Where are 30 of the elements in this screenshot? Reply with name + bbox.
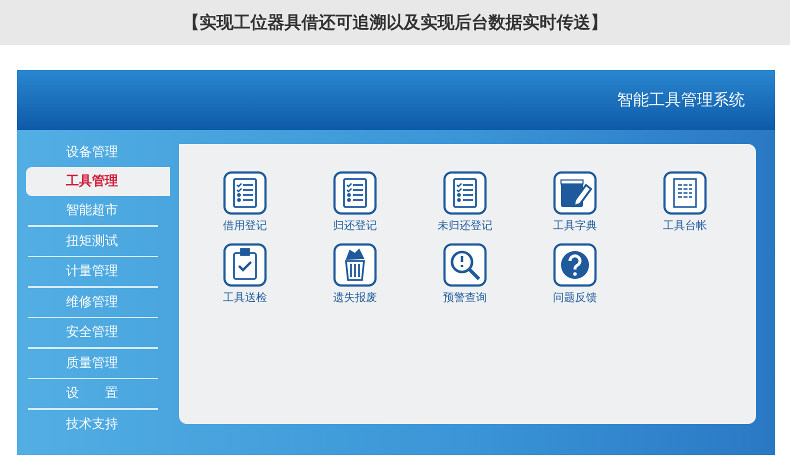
- tile-label[interactable]: 未归还登记: [438, 218, 492, 233]
- sidebar-item[interactable]: 工具管理: [26, 167, 170, 196]
- banner-title: 【实现工位器具借还可追溯以及实现后台数据实时传送】: [182, 12, 608, 34]
- tile-label[interactable]: 归还登记: [333, 218, 377, 233]
- trash-can-icon[interactable]: [333, 243, 377, 287]
- checklist-icon[interactable]: [443, 171, 487, 215]
- tile-label[interactable]: 借用登记: [223, 218, 267, 233]
- ledger-icon[interactable]: [663, 171, 707, 215]
- sidebar-item[interactable]: 质量管理: [26, 348, 170, 378]
- sidebar-item[interactable]: 安全管理: [26, 318, 170, 347]
- tile-label[interactable]: 问题反馈: [553, 290, 597, 305]
- sidebar-item[interactable]: 设 置: [26, 379, 170, 408]
- sidebar-item[interactable]: 扭矩测试: [26, 226, 170, 256]
- sidebar-item[interactable]: 技术支持: [26, 410, 170, 438]
- tile-label[interactable]: 工具送检: [223, 290, 267, 305]
- sidebar-item[interactable]: 维修管理: [26, 288, 170, 316]
- checklist-icon[interactable]: [333, 171, 377, 215]
- book-pen-icon[interactable]: [553, 171, 597, 215]
- sidebar-item[interactable]: 设备管理: [26, 138, 170, 167]
- window-title: 智能工具管理系统: [617, 90, 745, 110]
- checklist-icon[interactable]: [223, 171, 267, 215]
- tile-label[interactable]: 工具台帐: [663, 218, 707, 233]
- search-icon[interactable]: [443, 243, 487, 287]
- tile-label[interactable]: 预警查询: [443, 290, 487, 305]
- sidebar-item[interactable]: 计量管理: [26, 257, 170, 286]
- sidebar-item[interactable]: 智能超市: [26, 196, 170, 225]
- tile-label[interactable]: 工具字典: [553, 218, 597, 233]
- tile-label[interactable]: 遗失报废: [333, 290, 377, 305]
- clipboard-check-icon[interactable]: [223, 243, 267, 287]
- help-icon[interactable]: [553, 243, 597, 287]
